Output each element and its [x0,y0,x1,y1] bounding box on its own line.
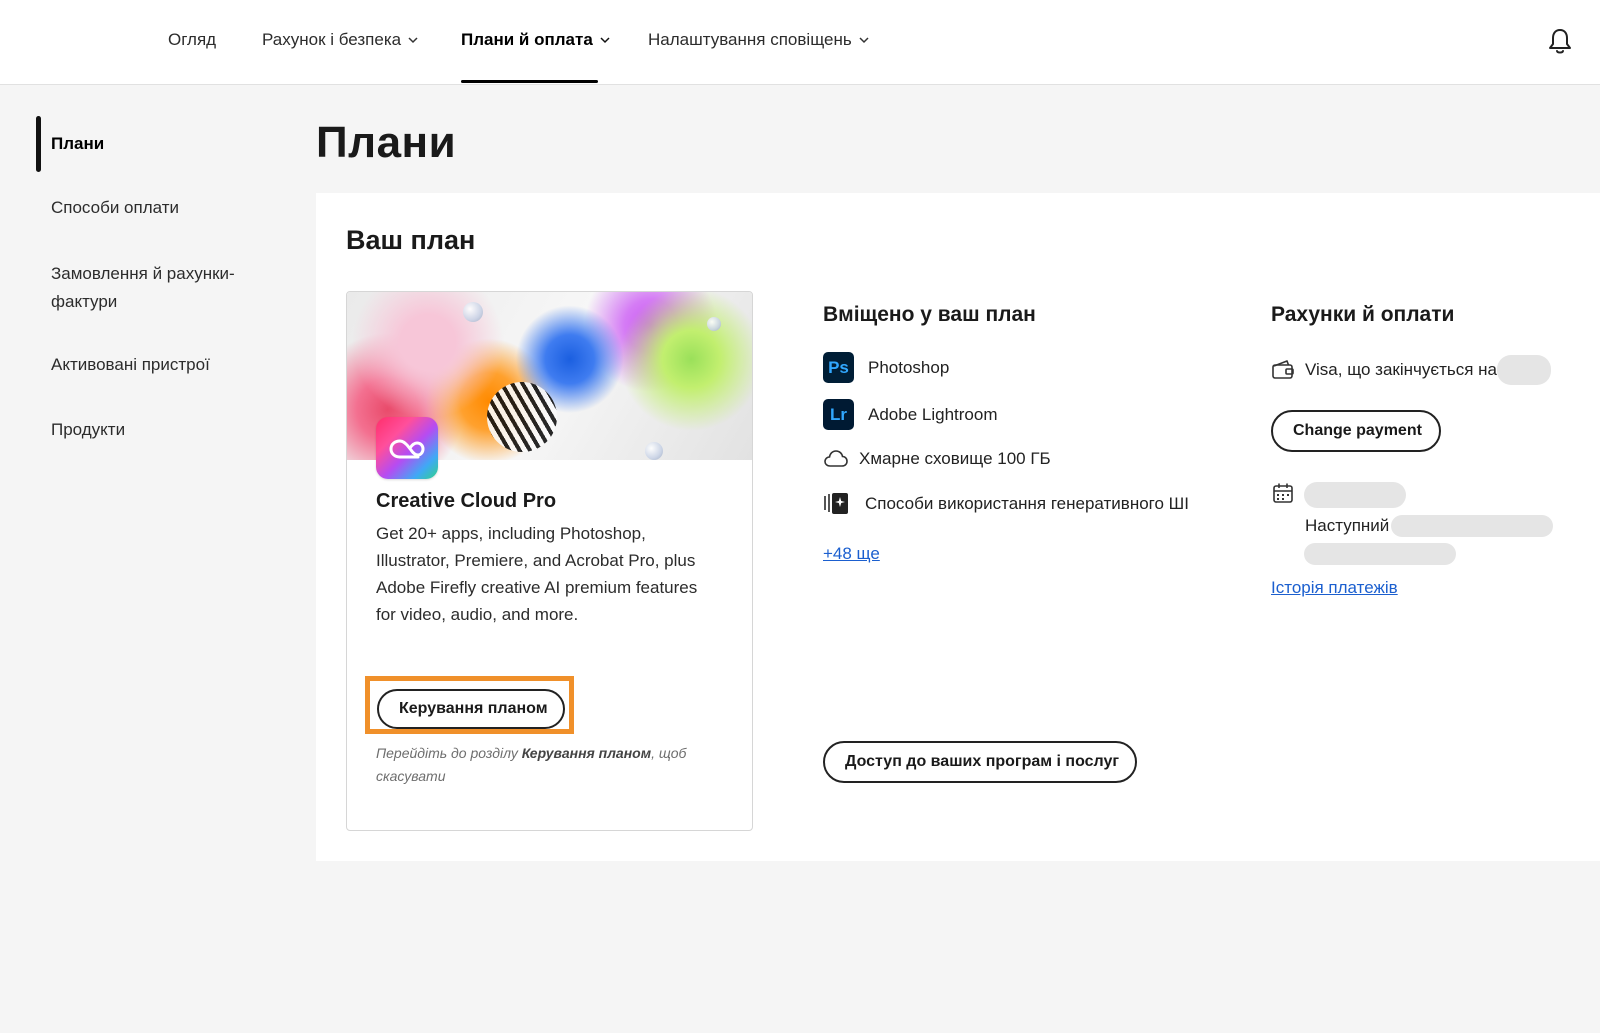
nav-tab-overview[interactable]: Огляд [168,30,216,50]
next-payment-label: Наступний [1305,516,1390,535]
wallet-icon [1272,360,1294,379]
active-tab-indicator [461,80,598,83]
nav-tab-label: Налаштування сповіщень [648,30,852,49]
sidebar-active-indicator [36,116,41,172]
bell-icon[interactable] [1546,26,1574,56]
sidebar-item-activated-devices[interactable]: Активовані пристрої [51,351,251,379]
sidebar-item-orders-invoices[interactable]: Замовлення й рахунки-фактури [51,260,251,316]
nav-tab-label: Плани й оплата [461,30,593,49]
sidebar-item-plans[interactable]: Плани [51,130,251,158]
chevron-down-icon [408,37,418,44]
cloud-icon [824,450,848,467]
more-apps-link[interactable]: +48 ще [823,544,880,564]
hint-prefix: Перейдіть до розділу [376,745,522,761]
hero-bubble [645,442,663,460]
plan-card: Creative Cloud Pro Get 20+ apps, includi… [346,291,753,831]
hero-bubble [463,302,483,322]
included-item: Хмарне сховище 100 ГБ [823,448,1051,470]
included-item-label: Хмарне сховище 100 ГБ [859,449,1051,468]
included-item-label: Photoshop [868,357,950,377]
nav-tab-notification-settings[interactable]: Налаштування сповіщень [648,30,870,50]
redacted-card-digits [1496,355,1551,385]
included-item-label: Adobe Lightroom [868,404,998,424]
card-ending-label: Visa, що закінчується на [1305,360,1497,379]
lightroom-icon: Lr [823,399,854,430]
included-item: Ps Photoshop [823,352,949,383]
nav-tab-plans-payment[interactable]: Плани й оплата [461,30,611,50]
plan-panel: Ваш план Creative Cloud Pro Get 20+ apps… [316,193,1600,861]
manage-plan-button[interactable]: Керування планом [377,689,565,729]
included-heading: Вміщено у ваш план [823,303,1036,326]
hero-decoration [487,382,557,452]
redacted-amount [1304,543,1456,565]
hero-bubble [707,317,721,331]
top-navigation: Огляд Рахунок і безпека Плани й оплата Н… [0,0,1600,85]
calendar-icon [1273,483,1293,503]
payment-card-row: Visa, що закінчується на [1271,355,1551,385]
redacted-date [1304,482,1406,508]
page-title: Плани [316,118,457,167]
your-plan-heading: Ваш план [346,225,476,255]
access-apps-services-button[interactable]: Доступ до ваших програм і послуг [823,741,1137,783]
included-item-label: Способи використання генеративного ШІ [865,494,1189,513]
creative-cloud-logo-icon [376,417,438,479]
billing-heading: Рахунки й оплати [1271,303,1455,326]
chevron-down-icon [600,37,610,44]
cancel-hint: Перейдіть до розділу Керування планом, щ… [376,742,706,788]
photoshop-icon: Ps [823,352,854,383]
chevron-down-icon [859,37,869,44]
sidebar-item-payment-methods[interactable]: Способи оплати [51,194,251,222]
nav-tab-label: Огляд [168,30,217,49]
next-payment-row: Наступний [1305,515,1554,537]
generative-ai-icon [824,493,848,514]
sidebar-item-products[interactable]: Продукти [51,416,251,444]
redacted-next-payment [1391,515,1554,537]
included-item: Способи використання генеративного ШІ [823,492,1189,516]
included-item: Lr Adobe Lightroom [823,399,997,430]
hint-bold: Керування планом [521,745,652,761]
plan-description: Get 20+ apps, including Photoshop, Illus… [376,524,698,624]
payment-history-link[interactable]: Історія платежів [1271,578,1398,598]
plan-name: Creative Cloud Pro [376,490,557,512]
nav-tab-account-security[interactable]: Рахунок і безпека [262,30,419,50]
nav-tab-label: Рахунок і безпека [262,30,402,49]
change-payment-button[interactable]: Change payment [1271,410,1441,452]
